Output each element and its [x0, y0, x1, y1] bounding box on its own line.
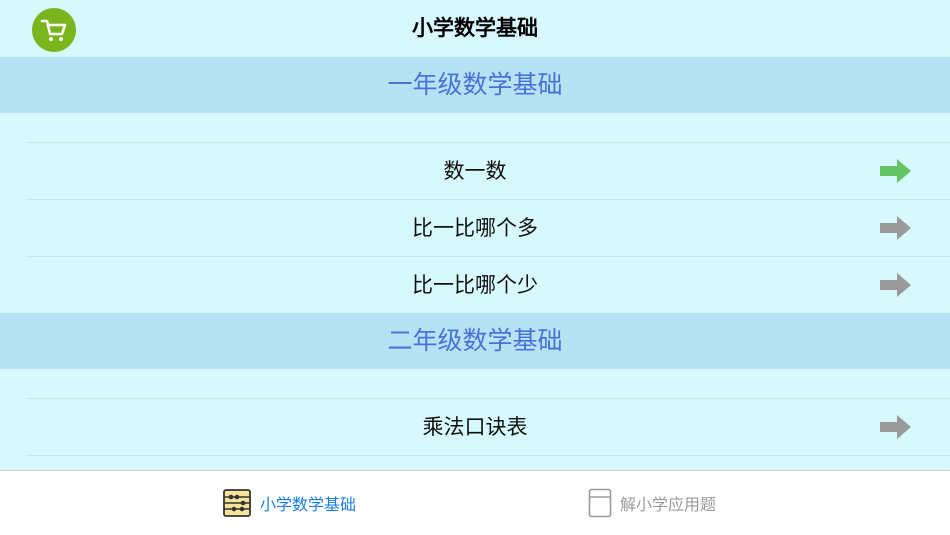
page-title: 小学数学基础: [412, 16, 538, 40]
arrow-right-icon: [880, 273, 911, 297]
list-item-partial[interactable]: [26, 455, 950, 470]
navigation-bar: 小学数学基础: [0, 0, 950, 57]
tab-word-problems[interactable]: 解小学应用题: [588, 471, 716, 535]
list-item-count[interactable]: 数一数: [26, 142, 950, 199]
section-header-grade-2: 二年级数学基础: [0, 313, 950, 369]
list-item-label: 乘法口诀表: [422, 415, 528, 439]
tab-label: 小学数学基础: [260, 495, 357, 514]
arrow-right-icon: [880, 159, 911, 183]
calculator-icon: [588, 488, 612, 518]
abacus-icon: [223, 489, 251, 517]
tab-math-basics[interactable]: 小学数学基础: [222, 471, 356, 535]
arrow-right-icon: [880, 216, 911, 240]
tab-label: 解小学应用题: [620, 495, 717, 514]
list-item-label: 比一比哪个多: [412, 216, 538, 240]
lesson-list[interactable]: 一年级数学基础 数一数 比一比哪个多 比一比哪个少 二年级数学基础 乘法口诀表: [0, 57, 950, 470]
tab-bar: 小学数学基础 解小学应用题: [0, 470, 950, 535]
arrow-right-icon: [880, 415, 911, 439]
list-item-label: 数一数: [443, 159, 507, 183]
list-item-compare-less[interactable]: 比一比哪个少: [26, 256, 950, 313]
section-header-grade-1: 一年级数学基础: [0, 57, 950, 113]
list-item-compare-more[interactable]: 比一比哪个多: [26, 199, 950, 256]
list-item-multiplication-table[interactable]: 乘法口诀表: [26, 398, 950, 455]
list-item-label: 比一比哪个少: [412, 273, 538, 297]
